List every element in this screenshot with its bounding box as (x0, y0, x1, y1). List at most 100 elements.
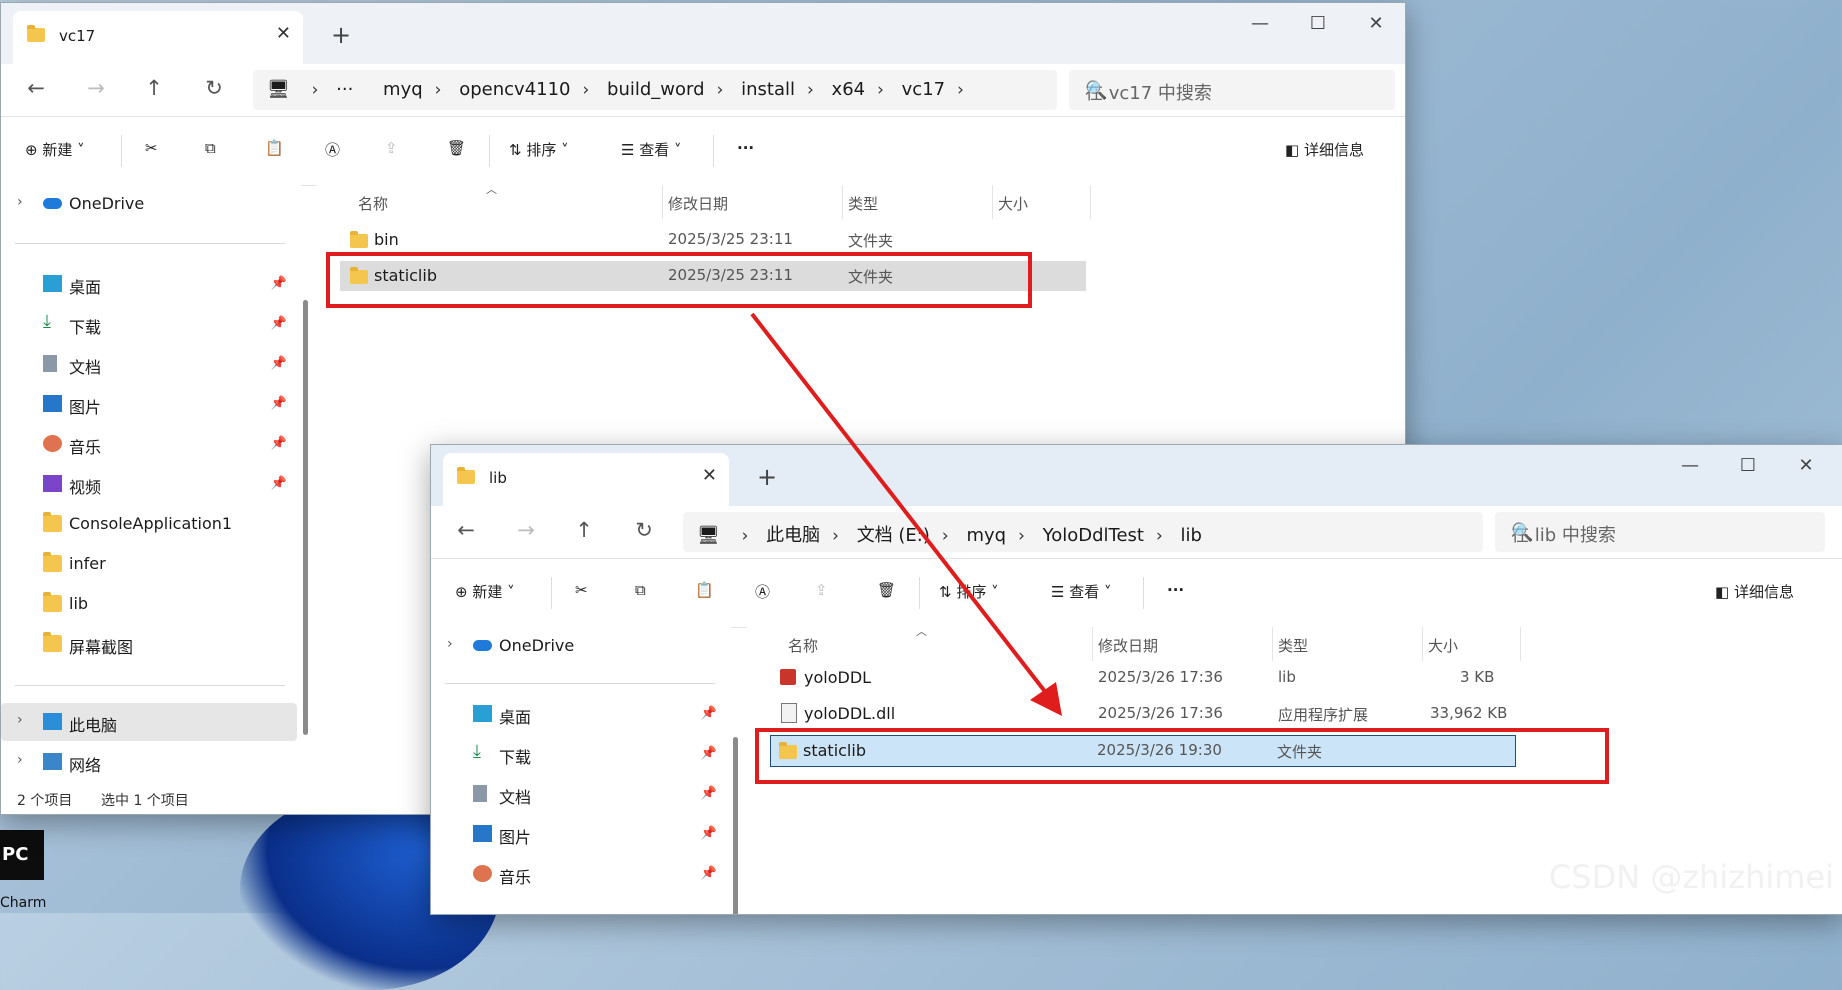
rename-icon[interactable]: Ⓐ (325, 139, 340, 160)
breadcrumb-item[interactable]: myq (383, 79, 423, 100)
back-button[interactable]: ← (451, 518, 481, 542)
column-header-name[interactable]: 名称 (358, 193, 388, 214)
details-pane-button[interactable]: ◧ 详细信息 (1715, 581, 1794, 602)
breadcrumb-item[interactable]: 此电脑 (766, 521, 820, 547)
sidebar-item-music[interactable]: 音乐 📌 (1, 425, 297, 463)
sidebar-item-folder[interactable]: ConsoleApplication1 (1, 505, 297, 543)
sidebar-item-folder[interactable]: 屏幕截图 (1, 625, 297, 663)
column-header-size[interactable]: 大小 (1428, 635, 1458, 656)
share-icon[interactable]: ⇪ (815, 581, 828, 599)
new-tab-button[interactable]: + (331, 21, 351, 49)
close-window-button[interactable]: ✕ (1791, 455, 1821, 476)
sidebar-item-onedrive[interactable]: › OneDrive (1, 185, 297, 223)
breadcrumb-item[interactable]: 文档 (E:) (857, 521, 930, 547)
file-row[interactable]: yoloDDL 2025/3/26 17:36 lib 3 KB (770, 663, 1516, 693)
sidebar-item-downloads[interactable]: ⤓ 下载 📌 (431, 735, 727, 773)
details-pane-button[interactable]: ◧ 详细信息 (1285, 139, 1364, 160)
up-button[interactable]: ↑ (569, 518, 599, 542)
address-bar[interactable]: 🖥 › ··· myq › opencv4110 › build_word › ins… (253, 70, 1057, 110)
column-header-type[interactable]: 类型 (1278, 635, 1308, 656)
breadcrumb-item[interactable]: opencv4110 (459, 79, 570, 100)
file-row[interactable]: yoloDDL.dll 2025/3/26 17:36 应用程序扩展 33,96… (770, 699, 1516, 729)
up-button[interactable]: ↑ (139, 76, 169, 100)
column-header-modified[interactable]: 修改日期 (668, 193, 728, 214)
delete-icon[interactable]: 🗑 (877, 581, 896, 599)
close-window-button[interactable]: ✕ (1361, 13, 1391, 34)
sidebar-item-desktop[interactable]: 桌面 📌 (1, 265, 297, 303)
breadcrumb-item[interactable]: build_word (607, 79, 705, 100)
more-options-button[interactable]: ··· (1167, 581, 1184, 599)
sort-button[interactable]: ⇅ 排序 ˅ (509, 139, 569, 160)
dll-file-icon (781, 703, 797, 723)
pin-icon: 📌 (270, 276, 287, 291)
sort-button[interactable]: ⇅ 排序 ˅ (939, 581, 999, 602)
copy-icon[interactable]: ⧉ (205, 139, 216, 157)
sidebar-item-onedrive[interactable]: › OneDrive (431, 627, 727, 665)
view-button[interactable]: ☰ 查看 ˅ (621, 139, 682, 160)
address-bar[interactable]: 🖥 › 此电脑 › 文档 (E:) › myq › YoloDdlTest › lib (683, 512, 1483, 552)
folder-icon (43, 512, 62, 532)
lib-file-icon (780, 669, 796, 685)
column-header-name[interactable]: 名称 (788, 635, 818, 656)
sidebar-item-pictures[interactable]: 图片 📌 (1, 385, 297, 423)
maximize-button[interactable]: ☐ (1733, 455, 1763, 476)
search-icon: 🔍 (1511, 522, 1534, 543)
search-input[interactable]: 在 lib 中搜索 🔍 (1495, 512, 1825, 552)
delete-icon[interactable]: 🗑 (447, 139, 466, 157)
sidebar-item-network[interactable]: › 网络 (1, 743, 297, 781)
minimize-button[interactable]: — (1675, 455, 1705, 476)
column-header-modified[interactable]: 修改日期 (1098, 635, 1158, 656)
cut-icon[interactable]: ✂ (145, 139, 158, 157)
new-button[interactable]: ⊕ 新建 ˅ (25, 139, 85, 160)
forward-button[interactable]: → (511, 518, 541, 542)
breadcrumb-item[interactable]: install (741, 79, 795, 100)
sidebar-item-documents[interactable]: 文档 📌 (1, 345, 297, 383)
paste-icon[interactable]: 📋 (265, 139, 284, 157)
column-header-type[interactable]: 类型 (848, 193, 878, 214)
tab-lib[interactable]: lib ✕ (443, 453, 729, 506)
sidebar-item-videos[interactable]: 视频 📌 (1, 465, 297, 503)
refresh-button[interactable]: ↻ (199, 76, 229, 100)
paste-icon[interactable]: 📋 (695, 581, 714, 599)
breadcrumb-overflow[interactable]: ··· (336, 79, 353, 100)
minimize-button[interactable]: — (1245, 13, 1275, 34)
pin-icon: 📌 (270, 436, 287, 451)
sidebar-item-folder[interactable]: lib (1, 585, 297, 623)
rename-icon[interactable]: Ⓐ (755, 581, 770, 602)
folder-icon (457, 467, 475, 484)
more-options-button[interactable]: ··· (737, 139, 754, 157)
close-tab-icon[interactable]: ✕ (276, 23, 291, 44)
sidebar-item-desktop[interactable]: 桌面 📌 (431, 695, 727, 733)
pycharm-desktop-icon[interactable]: PC (0, 830, 44, 880)
breadcrumb-item[interactable]: x64 (832, 79, 866, 100)
tab-vc17[interactable]: vc17 ✕ (13, 11, 303, 64)
forward-button[interactable]: → (81, 76, 111, 100)
breadcrumb-item[interactable]: myq (966, 525, 1006, 546)
search-input[interactable]: 在 vc17 中搜索 🔍 (1069, 70, 1395, 110)
file-row[interactable]: bin 2025/3/25 23:11 文件夹 (340, 225, 1086, 255)
maximize-button[interactable]: ☐ (1303, 13, 1333, 34)
new-tab-button[interactable]: + (757, 463, 777, 491)
sidebar-item-pictures[interactable]: 图片 📌 (431, 815, 727, 853)
tab-label: vc17 (59, 27, 96, 45)
close-tab-icon[interactable]: ✕ (702, 465, 717, 486)
sidebar-scrollbar[interactable] (733, 737, 738, 914)
sidebar-item-folder[interactable]: infer (1, 545, 297, 583)
share-icon[interactable]: ⇪ (385, 139, 398, 157)
refresh-button[interactable]: ↻ (629, 518, 659, 542)
view-button[interactable]: ☰ 查看 ˅ (1051, 581, 1112, 602)
breadcrumb-item[interactable]: lib (1181, 525, 1202, 546)
sidebar-item-downloads[interactable]: ⤓ 下载 📌 (1, 305, 297, 343)
new-button[interactable]: ⊕ 新建 ˅ (455, 581, 515, 602)
sidebar-item-this-pc[interactable]: › 此电脑 (1, 703, 297, 741)
cut-icon[interactable]: ✂ (575, 581, 588, 599)
sidebar-scrollbar[interactable] (303, 300, 308, 735)
copy-icon[interactable]: ⧉ (635, 581, 646, 599)
back-button[interactable]: ← (21, 76, 51, 100)
sidebar-item-music[interactable]: 音乐 📌 (431, 855, 727, 893)
breadcrumb-item[interactable]: YoloDdlTest (1043, 525, 1144, 546)
sidebar-item-documents[interactable]: 文档 📌 (431, 775, 727, 813)
column-header-size[interactable]: 大小 (998, 193, 1028, 214)
navigation-pane: › OneDrive 桌面 📌 ⤓ 下载 📌 文档 📌 图片 📌 音乐 📌 (431, 627, 738, 914)
breadcrumb-item[interactable]: vc17 (902, 79, 945, 100)
